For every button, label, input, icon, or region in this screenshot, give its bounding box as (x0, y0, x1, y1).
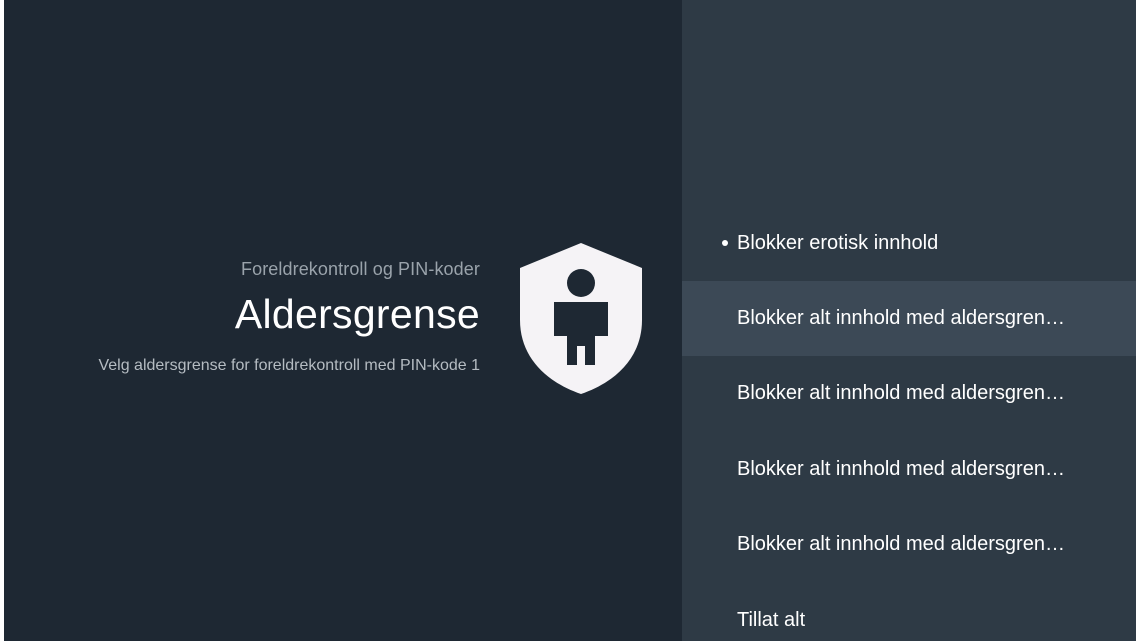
option-label: Blokker alt innhold med aldersgrense 15+ (737, 382, 1073, 404)
option-allow-all[interactable]: Tillat alt (682, 583, 1136, 641)
option-block-18[interactable]: Blokker alt innhold med aldersgrense 18+ (682, 281, 1136, 356)
page-description: Velg aldersgrense for foreldrekontroll m… (98, 357, 480, 374)
option-block-5[interactable]: Blokker alt innhold med aldersgrense 5+ (682, 507, 1136, 582)
guidance-panel: Foreldrekontroll og PIN-koder Aldersgren… (4, 0, 682, 641)
option-label: Blokker alt innhold med aldersgrense 18+ (737, 307, 1073, 329)
option-label: Tillat alt (737, 609, 806, 631)
option-block-15[interactable]: Blokker alt innhold med aldersgrense 15+ (682, 356, 1136, 431)
breadcrumb: Foreldrekontroll og PIN-koder (240, 259, 480, 279)
screen: Foreldrekontroll og PIN-koder Aldersgren… (4, 0, 1136, 641)
option-label: Blokker alt innhold med aldersgrense 12+ (737, 458, 1073, 480)
option-block-erotic[interactable]: Blokker erotisk innhold (682, 206, 1136, 281)
selected-indicator (722, 239, 728, 246)
page-title: Aldersgrense (234, 291, 480, 337)
option-label: Blokker alt innhold med aldersgrense 5+ (737, 533, 1073, 555)
option-label: Blokker erotisk innhold (737, 232, 939, 254)
option-block-12[interactable]: Blokker alt innhold med aldersgrense 12+ (682, 432, 1136, 507)
shield-person-icon (520, 243, 642, 394)
options-list: Blokker erotisk innhold Blokker alt innh… (682, 0, 1136, 641)
